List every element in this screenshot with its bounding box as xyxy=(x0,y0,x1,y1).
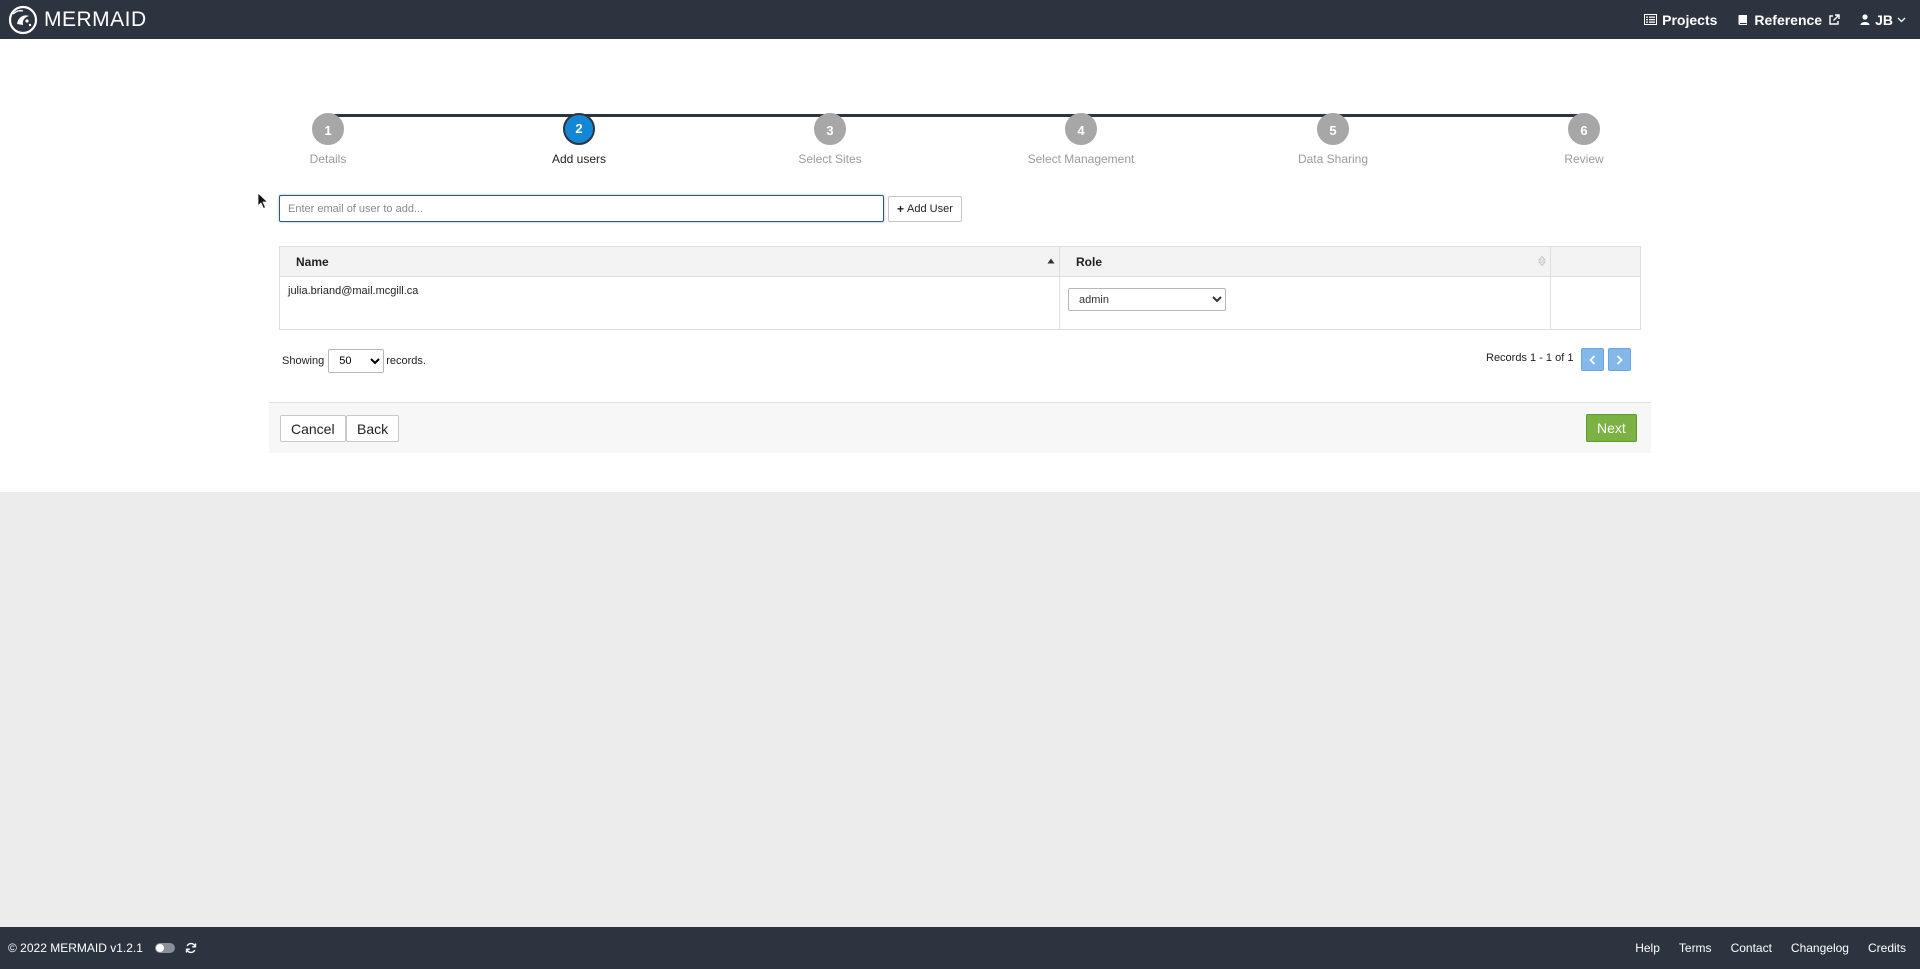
nav-reference[interactable]: Reference xyxy=(1737,12,1840,28)
top-navbar: MERMAID Projects Reference JB xyxy=(0,0,1920,39)
book-icon xyxy=(1738,14,1748,25)
step-review[interactable]: 6 Review xyxy=(1504,113,1664,166)
footer-links: Help Terms Contact Changelog Credits xyxy=(1616,941,1906,955)
name-header-label: Name xyxy=(296,254,329,269)
mermaid-logo-icon xyxy=(8,5,38,34)
name-column-header[interactable]: Name xyxy=(279,246,1060,277)
step-number: 4 xyxy=(1065,113,1097,145)
add-user-button[interactable]: + Add User xyxy=(888,195,962,222)
chevron-left-icon xyxy=(1589,354,1596,365)
offline-toggle[interactable] xyxy=(154,943,175,953)
step-label: Select Management xyxy=(1027,152,1135,166)
back-button[interactable]: Back xyxy=(346,415,400,442)
step-label: Data Sharing xyxy=(1297,152,1369,166)
table-row: julia.briand@mail.mcgill.ca admin xyxy=(279,276,1641,330)
sort-ascending-icon xyxy=(1047,258,1055,264)
next-page-button[interactable] xyxy=(1608,348,1631,371)
step-label: Add users xyxy=(551,152,607,166)
step-data-sharing[interactable]: 5 Data Sharing xyxy=(1253,113,1413,166)
step-number: 5 xyxy=(1317,113,1349,145)
records-count: Records 1 - 1 of 1 xyxy=(1486,352,1574,364)
step-number: 1 xyxy=(312,113,344,145)
previous-page-button[interactable] xyxy=(1581,348,1604,371)
app-name: MERMAID xyxy=(44,7,147,31)
footer-link-credits[interactable]: Credits xyxy=(1868,941,1906,955)
step-number: 6 xyxy=(1568,113,1600,145)
showing-prefix: Showing xyxy=(282,355,325,367)
add-user-label: Add User xyxy=(907,202,953,215)
page-size-control: Showing 50 records. xyxy=(282,349,426,373)
step-select-management[interactable]: 4 Select Management xyxy=(1001,113,1161,166)
showing-suffix: records. xyxy=(386,355,426,367)
add-user-row: + Add User xyxy=(279,195,962,222)
mouse-pointer-icon xyxy=(257,192,269,210)
nav-projects-label: Projects xyxy=(1662,11,1718,28)
users-table: Name Role julia.briand@mail.mcgill.ca ad… xyxy=(279,246,1641,330)
user-email-cell: julia.briand@mail.mcgill.ca xyxy=(279,276,1060,330)
role-select[interactable]: admin xyxy=(1068,288,1226,311)
wizard-action-bar: Cancel Back Next xyxy=(269,402,1651,453)
plus-icon: + xyxy=(897,201,905,216)
step-details[interactable]: 1 Details xyxy=(248,113,408,166)
user-menu[interactable]: JB xyxy=(1860,12,1906,28)
refresh-button[interactable] xyxy=(185,942,197,954)
user-icon xyxy=(1860,14,1870,25)
nav-projects[interactable]: Projects xyxy=(1644,12,1717,28)
step-label: Review xyxy=(1564,152,1604,166)
table-header-row: Name Role xyxy=(279,246,1641,277)
refresh-icon xyxy=(185,942,197,954)
step-number: 3 xyxy=(814,113,846,145)
top-nav: Projects Reference JB xyxy=(1644,12,1920,28)
actions-column-header xyxy=(1550,246,1641,277)
footer-link-changelog[interactable]: Changelog xyxy=(1791,941,1849,955)
user-initials: JB xyxy=(1875,11,1893,28)
footer-link-terms[interactable]: Terms xyxy=(1679,941,1712,955)
next-button[interactable]: Next xyxy=(1586,414,1637,442)
list-icon xyxy=(1644,14,1658,25)
user-email-input[interactable] xyxy=(279,195,884,222)
footer-link-contact[interactable]: Contact xyxy=(1731,941,1772,955)
copyright-text: © 2022 MERMAID v1.2.1 xyxy=(8,941,143,955)
cancel-button[interactable]: Cancel xyxy=(280,415,346,442)
brand[interactable]: MERMAID xyxy=(8,5,147,35)
footer-link-help[interactable]: Help xyxy=(1635,941,1660,955)
step-add-users[interactable]: 2 Add users xyxy=(499,113,659,166)
chevron-down-icon xyxy=(1897,17,1906,22)
page-size-select[interactable]: 50 xyxy=(328,349,385,373)
step-label: Details xyxy=(309,152,347,166)
step-select-sites[interactable]: 3 Select Sites xyxy=(750,113,910,166)
actions-cell xyxy=(1550,276,1641,330)
step-number: 2 xyxy=(563,113,595,145)
footer: © 2022 MERMAID v1.2.1 Help Terms Contact… xyxy=(0,927,1920,969)
chevron-right-icon xyxy=(1616,354,1623,365)
role-header-label: Role xyxy=(1076,254,1103,269)
sort-icon xyxy=(1538,255,1546,267)
role-cell: admin xyxy=(1059,276,1551,330)
step-label: Select Sites xyxy=(798,152,862,166)
role-column-header[interactable]: Role xyxy=(1059,246,1551,277)
nav-reference-label: Reference xyxy=(1754,11,1823,28)
external-link-icon xyxy=(1829,13,1840,25)
